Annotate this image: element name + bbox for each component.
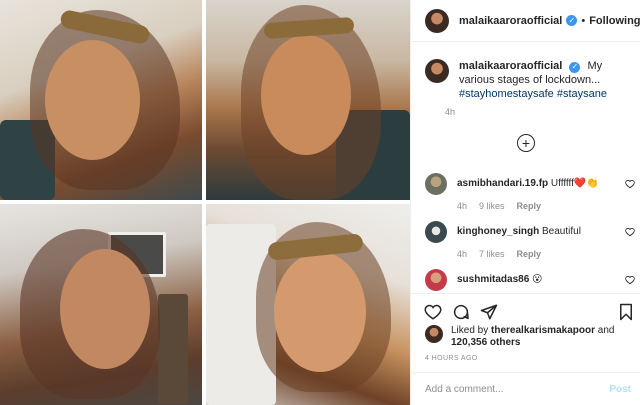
- reply-button[interactable]: Reply: [517, 249, 542, 259]
- comment-text: Uffffff❤️👏: [550, 178, 599, 189]
- author-username[interactable]: malaikaaroraofficial: [459, 15, 562, 27]
- reply-button[interactable]: Reply: [517, 201, 542, 211]
- comment-body: sushmitadas86 😮: [457, 273, 542, 286]
- face-shape: [45, 40, 140, 160]
- likes-count[interactable]: 120,356 others: [451, 337, 521, 348]
- likes-summary: Liked by therealkarismakapoor and 120,35…: [425, 325, 631, 349]
- likes-connector: and: [597, 325, 615, 336]
- liker-avatar[interactable]: [425, 325, 443, 343]
- photo-shush-pose: [206, 204, 410, 405]
- likes-prefix: Liked by: [451, 325, 489, 336]
- comment-item: asmibhandari.19.fp Uffffff❤️👏 4h 9 likes…: [425, 173, 635, 211]
- comment-likes[interactable]: 9 likes: [479, 201, 505, 211]
- bookmark-icon[interactable]: [617, 303, 635, 321]
- comment-text: 😮: [532, 274, 543, 285]
- header-separator: •: [581, 14, 586, 27]
- following-button[interactable]: Following: [589, 15, 640, 27]
- post-sidebar: malaikaaroraofficial ✓ • Following malai…: [410, 0, 640, 405]
- comment-input[interactable]: [425, 384, 610, 395]
- caption-avatar[interactable]: [425, 59, 449, 83]
- chair-shape: [158, 294, 188, 404]
- face-shape: [274, 252, 366, 372]
- likes-text: Liked by therealkarismakapoor and 120,35…: [451, 325, 631, 349]
- caption-time: 4h: [445, 107, 456, 117]
- comment-item: sushmitadas86 😮: [425, 269, 635, 291]
- hashtag-link[interactable]: #staysane: [557, 88, 607, 100]
- post-media[interactable]: [0, 0, 410, 405]
- comment-username[interactable]: kinghoney_singh: [457, 226, 539, 237]
- author-avatar[interactable]: [425, 8, 449, 33]
- photo-smiling-pose: [206, 0, 410, 200]
- comment-username[interactable]: asmibhandari.19.fp: [457, 178, 548, 189]
- face-shape: [60, 249, 150, 369]
- heart-icon[interactable]: [424, 303, 442, 321]
- post-caption: malaikaaroraofficial ✓ My various stages…: [425, 59, 635, 101]
- comment-time: 4h: [457, 201, 468, 211]
- comment-meta: 4h 9 likes Reply: [457, 201, 635, 211]
- comment-avatar[interactable]: [425, 269, 447, 291]
- comment-meta: 4h 7 likes Reply: [457, 249, 635, 259]
- comment-icon[interactable]: [452, 303, 470, 321]
- comments-scroll-area[interactable]: malaikaaroraofficial ✓ My various stages…: [411, 43, 640, 293]
- caption-username[interactable]: malaikaaroraofficial: [459, 60, 562, 72]
- liker-username[interactable]: therealkarismakapoor: [491, 325, 595, 336]
- hashtag-link[interactable]: #stayhomestaysafe: [459, 88, 554, 100]
- comment-time: 4h: [457, 249, 468, 259]
- comment-heart-icon[interactable]: [625, 179, 635, 189]
- comment-item: kinghoney_singh Beautiful 4h 7 likes Rep…: [425, 221, 635, 259]
- comment-username[interactable]: sushmitadas86: [457, 274, 529, 285]
- verified-badge-icon: ✓: [569, 61, 581, 73]
- photo-resting-pose: [0, 204, 202, 405]
- post-header: malaikaaroraofficial ✓ • Following: [411, 0, 640, 42]
- comment-heart-icon[interactable]: [625, 275, 635, 285]
- verified-badge-icon: ✓: [566, 15, 578, 26]
- comment-body: asmibhandari.19.fp Uffffff❤️👏: [457, 177, 599, 190]
- post-comment-button[interactable]: Post: [609, 384, 631, 395]
- comment-avatar[interactable]: [425, 173, 447, 195]
- comment-likes[interactable]: 7 likes: [479, 249, 505, 259]
- comment-text: Beautiful: [542, 226, 581, 237]
- caption-body: malaikaaroraofficial ✓ My various stages…: [459, 59, 635, 101]
- comment-body: kinghoney_singh Beautiful: [457, 225, 581, 238]
- add-comment-bar: Post: [411, 372, 640, 405]
- post-actions: Liked by therealkarismakapoor and 120,35…: [411, 293, 640, 405]
- comment-heart-icon[interactable]: [625, 227, 635, 237]
- post-time-ago: 4 HOURS AGO: [425, 355, 478, 362]
- load-more-comments-icon[interactable]: +: [517, 134, 535, 152]
- comment-avatar[interactable]: [425, 221, 447, 243]
- paper-plane-icon[interactable]: [480, 303, 498, 321]
- photo-mustache-pose: [0, 0, 202, 200]
- face-shape: [261, 35, 351, 155]
